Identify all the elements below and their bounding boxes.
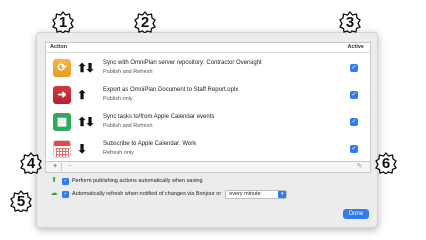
table-row[interactable]: ➜ ⬆ Export as OmniPlan Document to Staff…: [46, 82, 370, 108]
active-checkbox[interactable]: ✓: [350, 91, 358, 99]
publish-arrow-icon: ⬆: [51, 177, 57, 184]
publish-refresh-sheet: Action Active ⟳ ⬆⬇ Sync with OmniPlan se…: [36, 32, 378, 228]
callout-1: 1: [52, 11, 74, 33]
table-header: Action Active: [46, 43, 370, 53]
calendar-sync-icon: ▦: [53, 113, 71, 131]
row-subtitle: Publish only: [103, 96, 133, 102]
refresh-interval-value: every minute: [229, 190, 261, 197]
table-row[interactable]: ⟳ ⬆⬇ Sync with OmniPlan server repositor…: [46, 55, 370, 81]
callout-4: 4: [20, 152, 42, 174]
edit-action-button[interactable]: ✎: [353, 163, 366, 171]
refresh-arrow-icon: ⬇: [77, 142, 87, 156]
auto-publish-option: ⬆ ✓ Perform publishing actions automatic…: [49, 176, 203, 186]
cloud-refresh-icon: ☁: [50, 190, 58, 197]
row-title: Sync with OmniPlan server repository: Co…: [103, 60, 262, 66]
column-header-action[interactable]: Action: [50, 44, 67, 50]
auto-refresh-option: ☁ ✓ Automatically refresh when notified …: [49, 189, 288, 199]
export-document-icon: ➜: [53, 86, 71, 104]
row-title: Export as OmniPlan Document to Staff Rep…: [103, 87, 239, 93]
stage: Action Active ⟳ ⬆⬇ Sync with OmniPlan se…: [0, 0, 426, 240]
row-subtitle: Refresh only: [103, 150, 134, 156]
remove-action-button[interactable]: −: [63, 163, 76, 171]
table-toolbar: + − ✎: [45, 162, 371, 173]
add-action-button[interactable]: +: [49, 163, 62, 171]
actions-table: Action Active ⟳ ⬆⬇ Sync with OmniPlan se…: [45, 42, 371, 162]
active-checkbox[interactable]: ✓: [350, 118, 358, 126]
callout-2: 2: [134, 11, 156, 33]
table-row[interactable]: ▦ ⬆⬇ Sync tasks to/from Apple Calendar e…: [46, 109, 370, 135]
table-row[interactable]: ⬇ Subscribe to Apple Calendar: Work Refr…: [46, 136, 370, 162]
column-header-active[interactable]: Active: [347, 44, 364, 50]
publish-refresh-arrows-icon: ⬆⬇: [77, 61, 95, 75]
row-subtitle: Publish and Refresh: [103, 69, 153, 75]
row-title: Sync tasks to/from Apple Calendar events: [103, 114, 215, 120]
refresh-interval-select[interactable]: every minute ▾: [225, 189, 288, 199]
auto-publish-checkbox[interactable]: ✓: [62, 177, 69, 185]
row-title: Subscribe to Apple Calendar: Work: [103, 141, 197, 147]
omniplan-sync-icon: ⟳: [53, 59, 71, 77]
chevron-down-icon: ▾: [278, 190, 287, 198]
active-checkbox[interactable]: ✓: [350, 145, 358, 153]
publish-refresh-arrows-icon: ⬆⬇: [77, 115, 95, 129]
calendar-subscribe-icon: [53, 140, 71, 158]
callout-3: 3: [339, 11, 361, 33]
callout-5: 5: [10, 190, 32, 212]
callout-6: 6: [375, 152, 397, 174]
active-checkbox[interactable]: ✓: [350, 64, 358, 72]
auto-refresh-label: Automatically refresh when notified of c…: [72, 191, 222, 197]
auto-refresh-checkbox[interactable]: ✓: [62, 190, 69, 198]
publish-arrow-icon: ⬆: [77, 88, 87, 102]
auto-publish-label: Perform publishing actions automatically…: [72, 178, 203, 184]
done-button[interactable]: Done: [343, 209, 369, 219]
row-subtitle: Publish and Refresh: [103, 123, 153, 129]
